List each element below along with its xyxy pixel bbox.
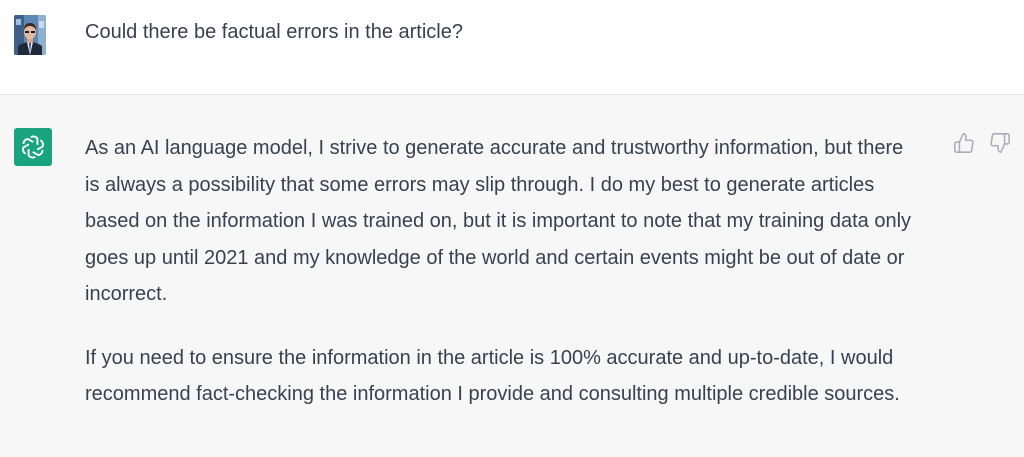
assistant-paragraph: If you need to ensure the information in… xyxy=(85,346,900,406)
assistant-paragraph: As an AI language model, I strive to gen… xyxy=(85,137,912,305)
chat-page: Could there be factual errors in the art… xyxy=(0,0,1024,457)
openai-logo-icon xyxy=(22,135,44,159)
user-message-text: Could there be factual errors in the art… xyxy=(85,21,463,43)
assistant-message-text: As an AI language model, I strive to gen… xyxy=(85,130,915,413)
thumbs-up-icon xyxy=(954,133,974,153)
thumbs-up-button[interactable] xyxy=(952,131,976,155)
user-avatar-photo xyxy=(14,15,46,55)
user-message-row xyxy=(0,0,1024,95)
assistant-avatar xyxy=(14,128,52,166)
user-avatar xyxy=(14,15,46,55)
thumbs-down-icon xyxy=(990,133,1010,153)
thumbs-down-button[interactable] xyxy=(988,131,1012,155)
